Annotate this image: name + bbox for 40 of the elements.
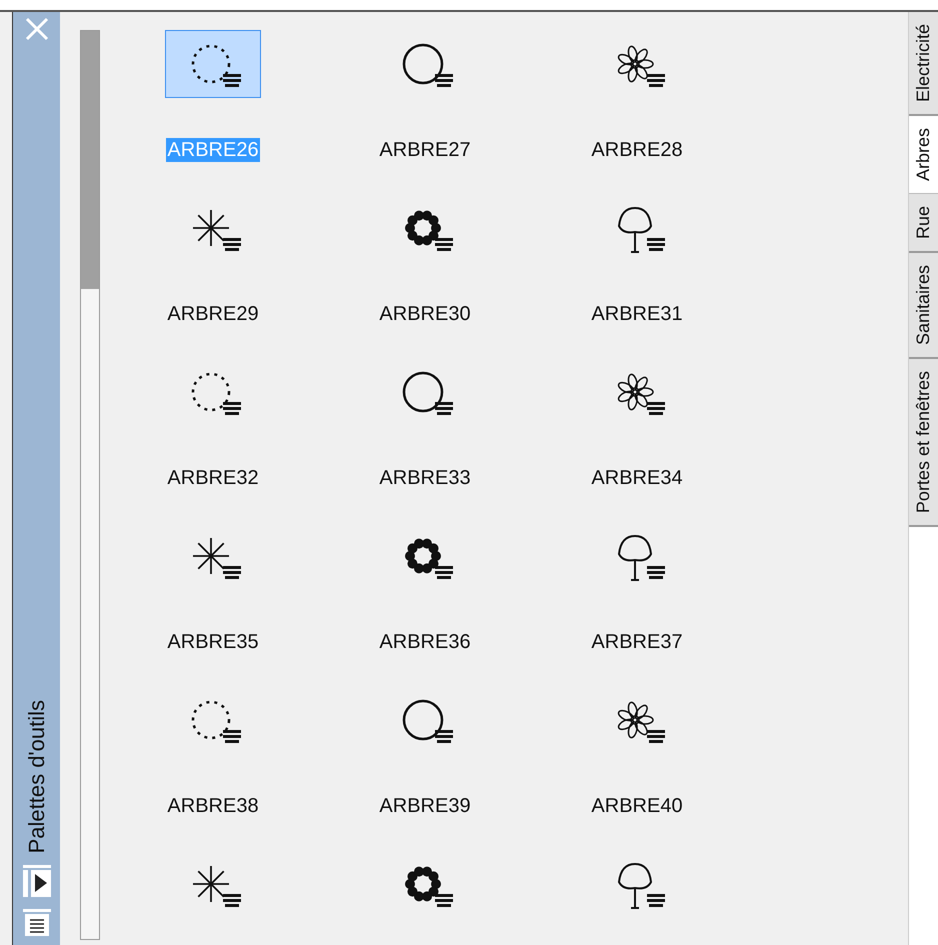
palette-tool[interactable]: ARBRE36 (319, 522, 531, 686)
scrollbar-thumb[interactable] (81, 31, 99, 289)
palette-title: Palettes d'outils (23, 700, 50, 853)
palette-tool[interactable]: ARBRE33 (319, 358, 531, 522)
tool-label: ARBRE39 (378, 794, 472, 818)
palette-tool[interactable]: ARBRE38 (107, 686, 319, 850)
tool-label: ARBRE40 (590, 794, 684, 818)
palette-tool[interactable]: ARBRE39 (319, 686, 531, 850)
tool-label: ARBRE28 (590, 138, 684, 162)
tool-label: ARBRE31 (590, 302, 684, 326)
tool-label: ARBRE36 (378, 630, 472, 654)
palette-tool[interactable]: ARBRE40 (531, 686, 743, 850)
palette-tab[interactable]: Electricité (909, 12, 938, 116)
list-icon[interactable] (22, 909, 50, 937)
palette-tab[interactable]: Sanitaires (909, 253, 938, 360)
close-icon (24, 16, 50, 42)
palette-tool[interactable]: ARBRE27 (319, 30, 531, 194)
play-icon[interactable] (22, 865, 50, 897)
palette-tool[interactable]: ARBRE34 (531, 358, 743, 522)
palette-tool[interactable]: ARBRE31 (531, 194, 743, 358)
palette-tool[interactable]: ARBRE30 (319, 194, 531, 358)
palette-tab[interactable]: Portes et fenêtres (909, 359, 938, 528)
palette-tab[interactable]: Rue (909, 194, 938, 254)
palette-tool[interactable]: ARBRE37 (531, 522, 743, 686)
tool-label: ARBRE30 (378, 302, 472, 326)
palette-tool[interactable]: ARBRE32 (107, 358, 319, 522)
tool-label: ARBRE33 (378, 466, 472, 490)
palette-tool[interactable]: ARBRE28 (531, 30, 743, 194)
tool-label: ARBRE32 (166, 466, 260, 490)
tool-label: ARBRE29 (166, 302, 260, 326)
tool-label: ARBRE35 (166, 630, 260, 654)
tool-label: ARBRE34 (590, 466, 684, 490)
palette-tool[interactable]: ARBRE35 (107, 522, 319, 686)
tool-label: ARBRE38 (166, 794, 260, 818)
tool-label: ARBRE26 (166, 138, 260, 162)
scrollbar-track[interactable] (80, 30, 100, 940)
tool-label: ARBRE37 (590, 630, 684, 654)
palette-tool[interactable]: ARBRE29 (107, 194, 319, 358)
tool-label: ARBRE27 (378, 138, 472, 162)
close-button[interactable] (24, 16, 50, 42)
